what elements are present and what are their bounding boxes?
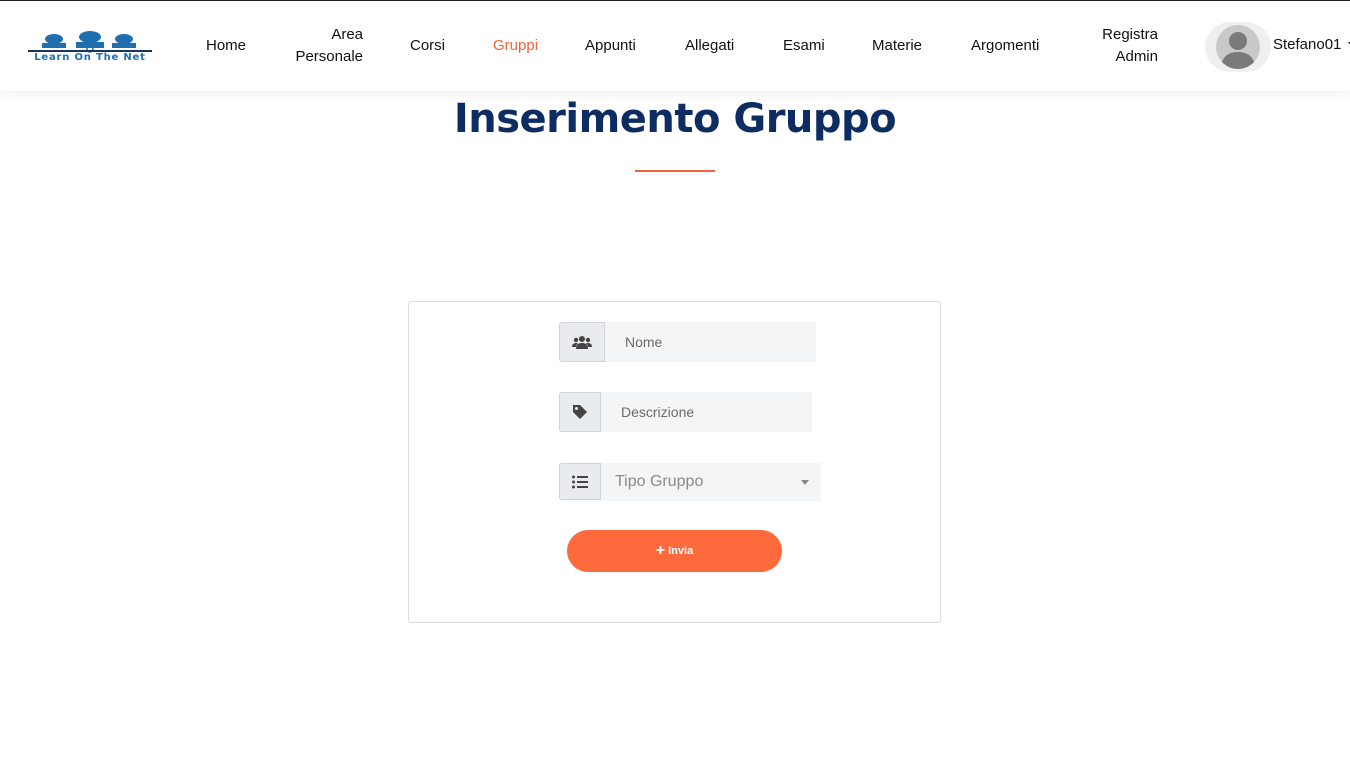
tipo-gruppo-group: Tipo Gruppo [559, 462, 821, 502]
top-navbar: Learn On The Net Home Area Personale Cor… [0, 0, 1350, 91]
avatar[interactable] [1205, 22, 1271, 72]
nav-home[interactable]: Home [206, 35, 246, 57]
svg-text:Learn On The Net: Learn On The Net [34, 52, 145, 63]
title-underline [635, 170, 715, 172]
nav-appunti[interactable]: Appunti [585, 35, 636, 57]
invia-button[interactable]: + Invia [567, 530, 782, 572]
nome-input[interactable] [605, 322, 816, 362]
list-icon [559, 463, 601, 500]
nav-corsi[interactable]: Corsi [410, 35, 445, 57]
site-logo[interactable]: Learn On The Net [20, 31, 160, 63]
invia-label: Invia [668, 545, 694, 557]
nav-gruppi[interactable]: Gruppi [493, 35, 538, 57]
user-silhouette-icon [1216, 25, 1260, 69]
tipo-gruppo-placeholder: Tipo Gruppo [615, 473, 704, 490]
group-form-card: Tipo Gruppo + Invia [408, 301, 941, 623]
user-name[interactable]: Stefano01 [1273, 36, 1350, 53]
user-name-label: Stefano01 [1273, 36, 1342, 53]
nav-esami[interactable]: Esami [783, 35, 825, 57]
plus-icon: + [655, 542, 666, 559]
users-icon [559, 322, 605, 362]
descrizione-input-group [559, 392, 812, 432]
tipo-gruppo-select[interactable]: Tipo Gruppo [601, 463, 821, 501]
nav-materie[interactable]: Materie [872, 35, 922, 57]
chevron-down-icon [801, 480, 809, 485]
nav-argomenti[interactable]: Argomenti [971, 35, 1039, 57]
nav-registra-admin[interactable]: Registra Admin [1097, 24, 1158, 68]
tag-icon [559, 392, 601, 432]
nav-allegati[interactable]: Allegati [685, 35, 734, 57]
nav-area-personale[interactable]: Area Personale [290, 24, 363, 68]
page-title: Inserimento Gruppo [453, 96, 897, 142]
nome-input-group [559, 322, 816, 362]
descrizione-input[interactable] [601, 392, 812, 432]
